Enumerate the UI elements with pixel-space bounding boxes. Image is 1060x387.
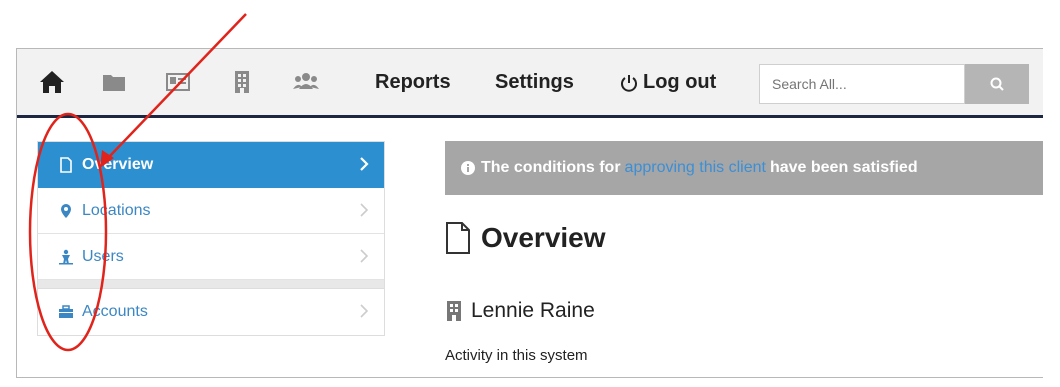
page-title: Overview [445,221,606,255]
sidebar-item-label: Users [82,247,124,265]
status-alert: The conditions for approving this client… [445,141,1043,195]
sidebar-divider [38,280,384,289]
sidebar-item-users[interactable]: Users [38,234,384,280]
chevron-right-icon [358,156,370,172]
chevron-right-icon [358,202,370,218]
power-icon [621,74,637,92]
id-card-icon[interactable] [165,69,191,95]
building-icon[interactable] [229,69,255,95]
sidebar-item-locations[interactable]: Locations [38,188,384,234]
sidebar-item-label: Locations [82,201,151,219]
side-navigation: Overview Locations Users Accounts [37,141,385,336]
building-icon [447,301,461,321]
search-input[interactable] [759,64,965,104]
file-icon [446,222,470,254]
folder-icon[interactable] [101,69,127,95]
page-title-text: Overview [481,222,606,253]
chevron-right-icon [358,248,370,264]
sidebar-item-label: Overview [82,156,154,173]
approving-client-link[interactable]: approving this client [625,159,766,177]
search-icon [990,77,1004,91]
app-frame: Reports Settings Log out Overview Locati… [16,48,1043,378]
alert-suffix: have been satisfied [769,159,918,176]
user-icon [58,249,74,265]
sidebar-item-overview[interactable]: Overview [38,142,384,188]
client-name: Lennie Raine [445,299,595,323]
users-icon[interactable] [293,69,319,95]
client-name-text: Lennie Raine [471,299,595,322]
activity-heading: Activity in this system [445,347,588,364]
search-button[interactable] [965,64,1029,104]
nav-reports-link[interactable]: Reports [375,71,451,94]
home-icon[interactable] [39,69,65,95]
nav-settings-link[interactable]: Settings [495,71,574,94]
top-navbar: Reports Settings Log out [17,49,1043,118]
sidebar-item-accounts[interactable]: Accounts [38,289,384,335]
chevron-right-icon [358,303,370,319]
sidebar-item-label: Accounts [82,303,148,320]
logout-label: Log out [643,71,717,93]
alert-prefix: The conditions for [481,159,621,176]
briefcase-icon [58,304,74,320]
file-icon [58,157,74,173]
info-icon [461,161,475,175]
logout-link[interactable]: Log out [620,71,716,94]
map-marker-icon [58,203,74,219]
